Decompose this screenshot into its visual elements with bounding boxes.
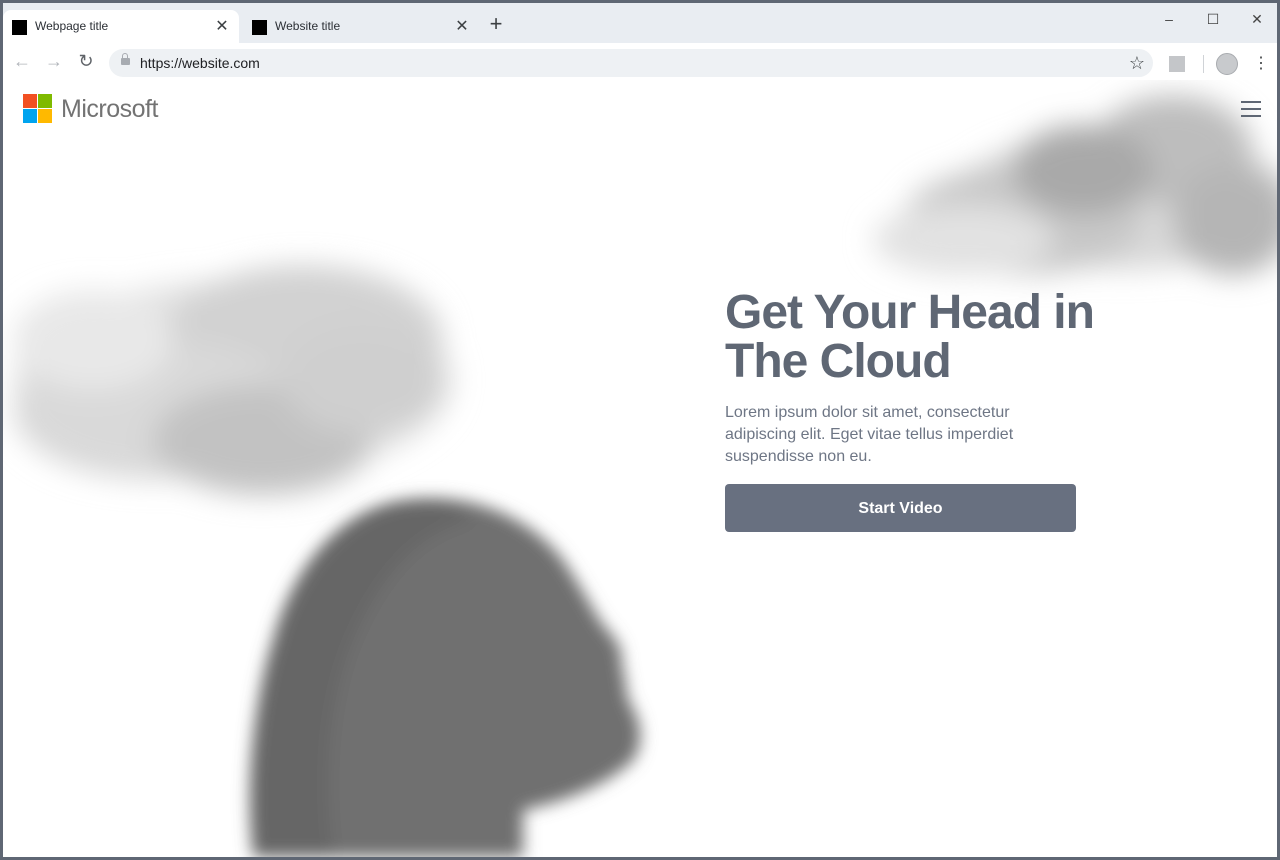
minimize-icon[interactable]: – [1155,9,1183,29]
new-tab-icon[interactable]: + [487,13,505,35]
tab-strip: Webpage title ✕ Website title ✕ + – ☐ ✕ [3,3,1277,43]
toolbar-divider [1203,55,1204,73]
tab-webpage[interactable]: Webpage title ✕ [3,10,239,43]
close-tab-icon[interactable]: ✕ [453,10,471,43]
address-bar[interactable]: https://website.com ☆ [109,49,1153,77]
browser-toolbar: ← → ↻ https://website.com ☆ ⋮ [3,43,1277,80]
url-text[interactable]: https://website.com [140,49,260,77]
window-close-icon[interactable]: ✕ [1243,9,1271,29]
bookmark-star-icon[interactable]: ☆ [1129,52,1145,74]
logo-text: Microsoft [61,95,158,123]
hamburger-menu-icon[interactable] [1241,101,1261,117]
close-tab-icon[interactable]: ✕ [213,10,231,43]
hero-image [13,95,1277,857]
extension-icon[interactable] [1169,56,1185,72]
browser-window: Webpage title ✕ Website title ✕ + – ☐ ✕ … [3,3,1277,857]
logo-square-blue [23,109,37,123]
hero-body: Lorem ipsum dolor sit amet, consectetur … [725,404,1014,465]
start-video-button[interactable]: Start Video [725,484,1076,532]
cloud-left [13,265,453,495]
tab-website[interactable]: Website title ✕ [243,10,479,43]
logo-square-red [23,94,37,108]
back-icon[interactable]: ← [12,51,32,71]
reload-icon[interactable]: ↻ [76,51,96,71]
favicon-icon [252,20,267,35]
favicon-icon [12,20,27,35]
profile-avatar[interactable] [1216,53,1238,75]
hero-title: Get Your Head in The Cloud [725,286,1095,388]
cloud-top-right [873,95,1277,275]
tab-title: Website title [275,19,341,33]
lock-icon [121,53,130,66]
web-page: Microsoft Get Your Head in The Cloud Lor… [3,80,1277,857]
logo-square-yellow [38,109,52,123]
woman-silhouette [249,498,641,857]
maximize-icon[interactable]: ☐ [1199,9,1227,29]
forward-icon[interactable]: → [44,51,64,71]
browser-menu-icon[interactable]: ⋮ [1253,54,1269,74]
tab-title: Webpage title [35,19,109,33]
logo-square-green [38,94,52,108]
